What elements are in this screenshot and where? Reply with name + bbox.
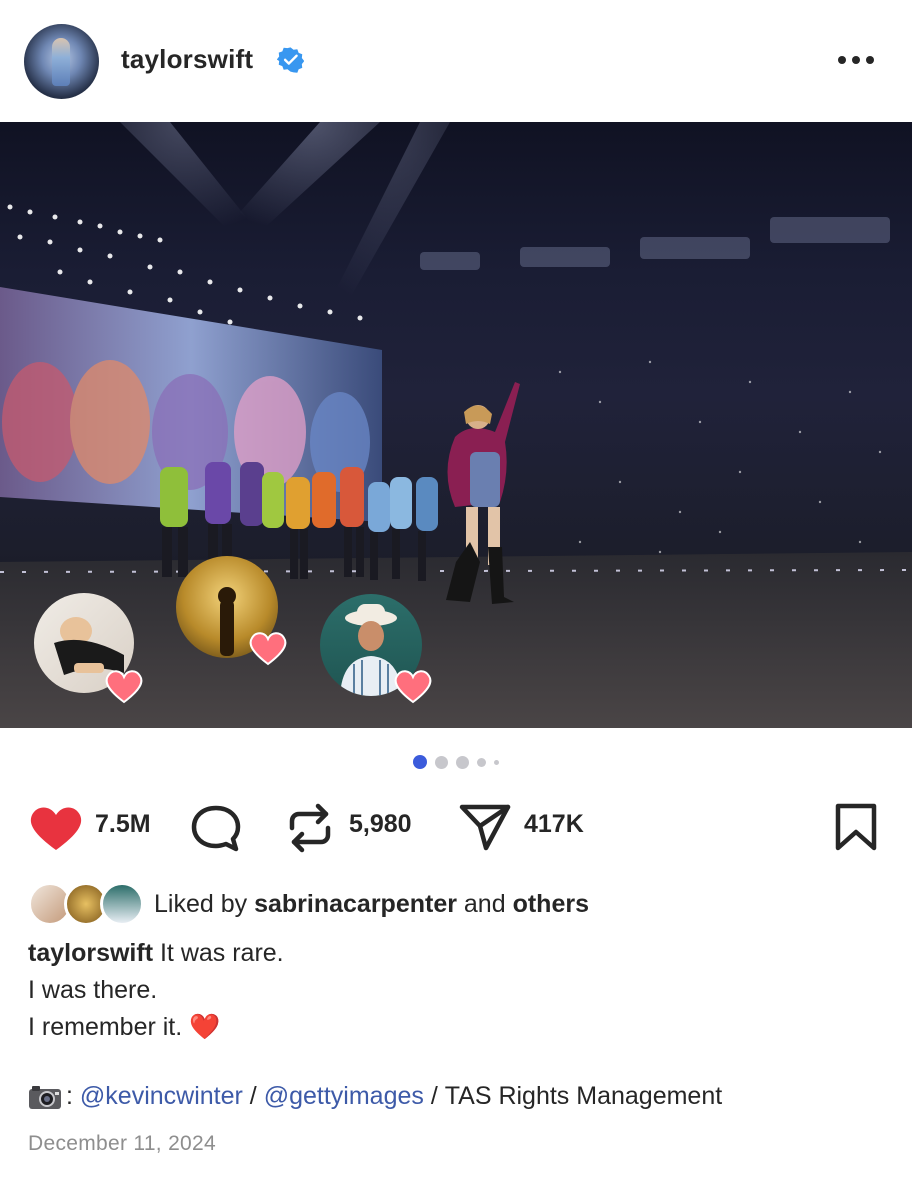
liked-by-avatars[interactable] xyxy=(28,882,146,926)
caption-author[interactable]: taylorswift xyxy=(28,939,153,967)
bookmark-icon[interactable] xyxy=(833,802,879,852)
camera-icon xyxy=(29,1085,61,1109)
shares-count[interactable]: 417K xyxy=(524,810,584,839)
post-actions: 7.5M 5,980 417K xyxy=(0,796,912,856)
share-send-icon[interactable] xyxy=(458,802,512,852)
more-options-icon[interactable] xyxy=(838,50,882,70)
post-header: taylorswift xyxy=(0,0,912,122)
carousel-indicator xyxy=(0,755,912,769)
credit-slash-2: / xyxy=(430,1082,438,1110)
avatar-figure xyxy=(52,38,70,86)
photo-credit: : @kevincwinter / @gettyimages / TAS Rig… xyxy=(28,1082,722,1111)
liked-by-prefix: Liked by xyxy=(154,889,248,918)
carousel-dot-1[interactable] xyxy=(413,755,427,769)
credit-handle-2[interactable]: @gettyimages xyxy=(264,1082,424,1111)
carousel-dot-5[interactable] xyxy=(494,759,499,765)
liked-by-conjunction: and xyxy=(463,889,506,918)
carousel-dot-4[interactable] xyxy=(477,757,486,767)
credit-handle-1[interactable]: @kevincwinter xyxy=(80,1082,243,1111)
liked-by-user[interactable]: sabrinacarpenter xyxy=(254,890,457,918)
username[interactable]: taylorswift xyxy=(121,44,253,75)
verified-badge-icon xyxy=(277,47,304,73)
reaction-heart-icon-1 xyxy=(105,670,143,704)
post-photo[interactable] xyxy=(0,122,912,728)
post-date: December 11, 2024 xyxy=(28,1132,216,1155)
liked-avatar-3[interactable] xyxy=(100,882,144,926)
reposts-count[interactable]: 5,980 xyxy=(349,810,412,839)
caption-line-3: I remember it. xyxy=(28,1013,183,1041)
red-heart-emoji-icon: ❤️ xyxy=(189,1013,221,1041)
credit-colon: : xyxy=(66,1082,73,1110)
concert-scene xyxy=(0,122,912,728)
credit-rights: TAS Rights Management xyxy=(444,1082,723,1110)
reaction-heart-icon-3 xyxy=(394,670,432,704)
like-heart-icon[interactable] xyxy=(28,804,84,852)
caption-line-1: It was rare. xyxy=(159,939,284,967)
credit-slash-1: / xyxy=(249,1082,257,1110)
likes-count[interactable]: 7.5M xyxy=(95,810,151,839)
carousel-dot-2[interactable] xyxy=(435,755,448,769)
profile-avatar[interactable] xyxy=(24,24,99,99)
liked-by-text: Liked by sabrinacarpenter and others xyxy=(154,890,589,919)
caption-line-2: I was there. xyxy=(28,976,158,1004)
repost-icon[interactable] xyxy=(286,802,334,854)
liked-by-others[interactable]: others xyxy=(513,890,589,918)
comment-icon[interactable] xyxy=(190,804,242,852)
reaction-heart-icon-2 xyxy=(249,632,287,666)
liked-by-row: Liked by sabrinacarpenter and others xyxy=(28,882,589,926)
carousel-dot-3[interactable] xyxy=(456,755,469,769)
post-caption: taylorswift It was rare. I was there. I … xyxy=(28,935,284,1046)
